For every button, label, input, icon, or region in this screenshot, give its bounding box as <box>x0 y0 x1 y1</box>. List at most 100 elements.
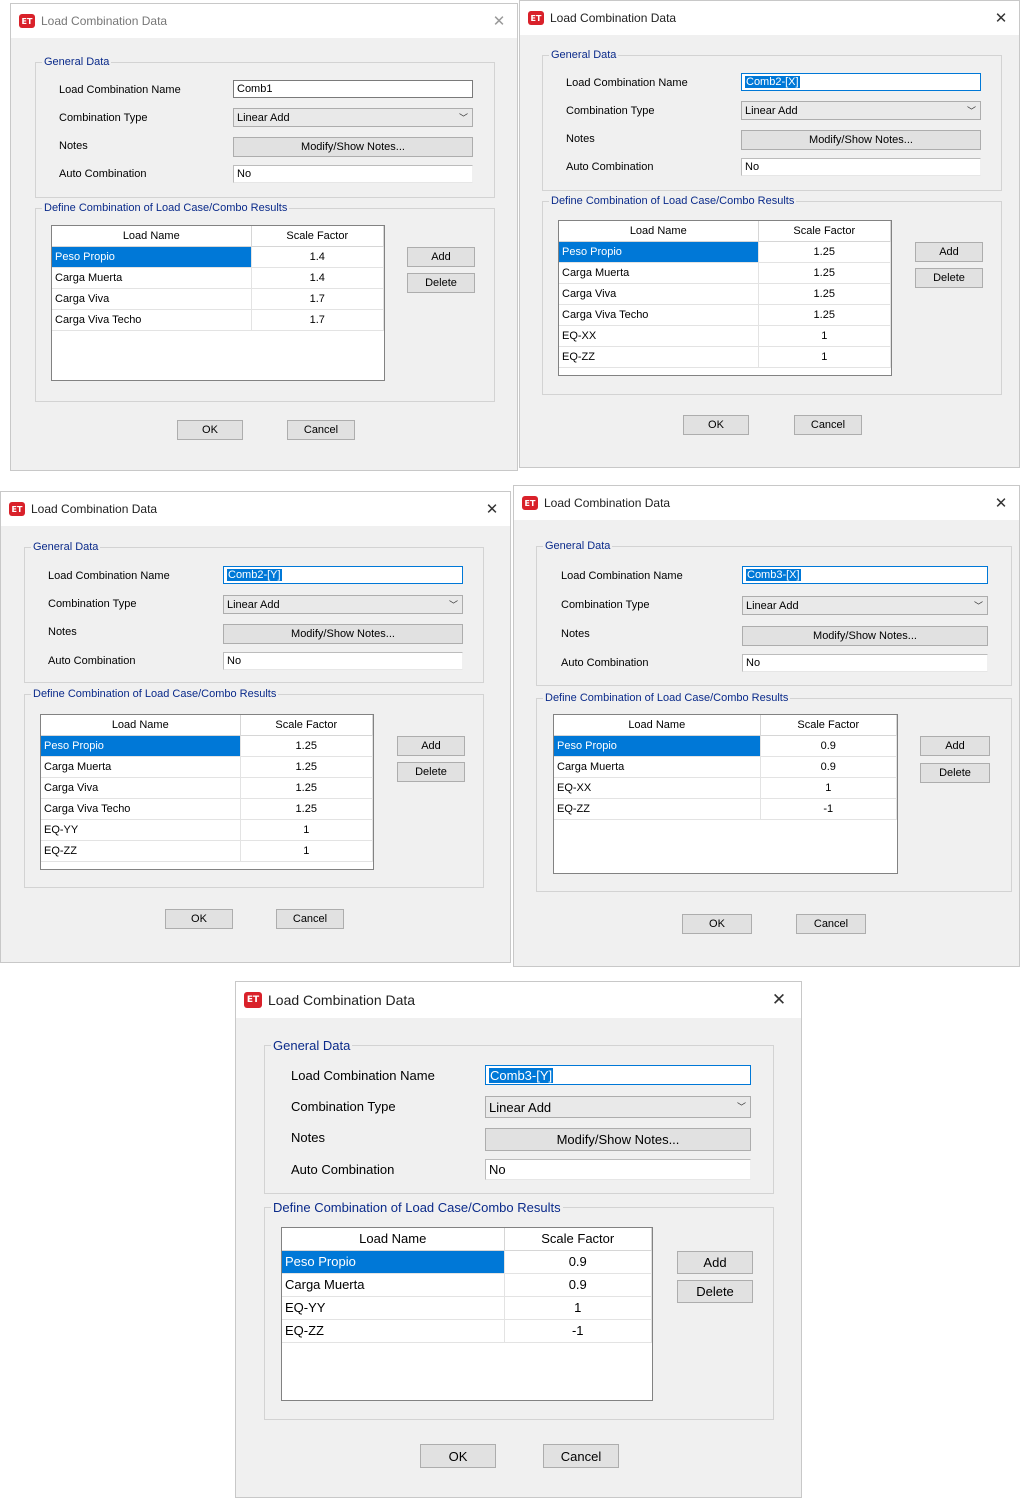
load-name-cell[interactable]: Carga Viva <box>559 283 759 305</box>
title-bar[interactable]: ET Load Combination Data ✕ <box>11 4 517 38</box>
add-button[interactable]: Add <box>407 247 475 267</box>
title-bar[interactable]: ET Load Combination Data ✕ <box>1 492 510 526</box>
load-name-cell[interactable]: Peso Propio <box>554 735 761 757</box>
table-row[interactable]: Carga Muerta 1.4 <box>52 267 384 289</box>
combination-type-dropdown[interactable]: Linear Add ﹀ <box>233 108 473 127</box>
scale-factor-cell[interactable]: 1.25 <box>758 241 891 263</box>
load-case-table[interactable]: Load Name Scale Factor Peso Propio 0.9 Ca… <box>553 714 898 874</box>
scale-factor-cell[interactable]: 1.25 <box>240 735 373 757</box>
cancel-button[interactable]: Cancel <box>276 909 344 929</box>
table-row[interactable]: Carga Muerta 1.25 <box>41 756 373 778</box>
load-name-column-header[interactable]: Load Name <box>554 715 761 736</box>
table-row[interactable]: EQ-ZZ 1 <box>559 346 891 368</box>
table-row[interactable]: EQ-ZZ -1 <box>282 1319 652 1343</box>
load-case-table[interactable]: Load Name Scale Factor Peso Propio 1.4 Ca… <box>51 225 385 381</box>
table-row[interactable]: Carga Viva 1.25 <box>41 777 373 799</box>
modify-show-notes-button[interactable]: Modify/Show Notes... <box>741 130 981 150</box>
table-row[interactable]: Peso Propio 1.25 <box>41 735 373 757</box>
table-row[interactable]: Carga Muerta 0.9 <box>554 756 897 778</box>
scale-factor-cell[interactable]: 1 <box>240 819 373 841</box>
load-name-cell[interactable]: Peso Propio <box>52 246 252 268</box>
load-name-cell[interactable]: EQ-YY <box>282 1296 505 1320</box>
load-name-cell[interactable]: Carga Muerta <box>554 756 761 778</box>
add-button[interactable]: Add <box>915 242 983 262</box>
ok-button[interactable]: OK <box>683 415 749 435</box>
delete-button[interactable]: Delete <box>397 762 465 782</box>
table-row[interactable]: Peso Propio 0.9 <box>282 1250 652 1274</box>
load-name-cell[interactable]: Peso Propio <box>282 1250 505 1274</box>
delete-button[interactable]: Delete <box>915 268 983 288</box>
close-icon[interactable]: ✕ <box>482 499 502 519</box>
load-name-column-header[interactable]: Load Name <box>52 226 252 247</box>
combination-type-dropdown[interactable]: Linear Add ﹀ <box>741 101 981 120</box>
load-name-cell[interactable]: Peso Propio <box>41 735 241 757</box>
modify-show-notes-button[interactable]: Modify/Show Notes... <box>742 626 988 646</box>
load-name-cell[interactable]: EQ-YY <box>41 819 241 841</box>
table-row[interactable]: EQ-YY 1 <box>282 1296 652 1320</box>
modify-show-notes-button[interactable]: Modify/Show Notes... <box>223 624 463 644</box>
load-name-column-header[interactable]: Load Name <box>41 715 241 736</box>
load-name-cell[interactable]: Carga Muerta <box>52 267 252 289</box>
ok-button[interactable]: OK <box>420 1444 496 1468</box>
scale-factor-cell[interactable]: -1 <box>504 1319 652 1343</box>
scale-factor-cell[interactable]: 1.25 <box>758 283 891 305</box>
load-name-cell[interactable]: Carga Viva Techo <box>559 304 759 326</box>
ok-button[interactable]: OK <box>165 909 233 929</box>
load-name-cell[interactable]: Carga Muerta <box>41 756 241 778</box>
load-case-table[interactable]: Load Name Scale Factor Peso Propio 1.25 C… <box>558 220 892 376</box>
delete-button[interactable]: Delete <box>920 763 990 783</box>
close-icon[interactable]: ✕ <box>991 8 1011 28</box>
modify-show-notes-button[interactable]: Modify/Show Notes... <box>485 1128 751 1151</box>
load-name-cell[interactable]: EQ-ZZ <box>554 798 761 820</box>
cancel-button[interactable]: Cancel <box>794 415 862 435</box>
load-name-cell[interactable]: EQ-XX <box>554 777 761 799</box>
add-button[interactable]: Add <box>677 1251 753 1274</box>
load-name-cell[interactable]: EQ-ZZ <box>41 840 241 862</box>
load-name-cell[interactable]: Carga Viva Techo <box>52 309 252 331</box>
title-bar[interactable]: ET Load Combination Data ✕ <box>514 486 1019 520</box>
add-button[interactable]: Add <box>920 736 990 756</box>
delete-button[interactable]: Delete <box>677 1280 753 1303</box>
ok-button[interactable]: OK <box>682 914 752 934</box>
scale-factor-cell[interactable]: 1.4 <box>251 246 384 268</box>
close-icon[interactable]: ✕ <box>489 11 509 31</box>
scale-factor-column-header[interactable]: Scale Factor <box>760 715 897 736</box>
table-row[interactable]: Carga Viva Techo 1.25 <box>559 304 891 326</box>
load-name-cell[interactable]: Peso Propio <box>559 241 759 263</box>
scale-factor-cell[interactable]: 1.4 <box>251 267 384 289</box>
load-name-cell[interactable]: EQ-XX <box>559 325 759 347</box>
scale-factor-cell[interactable]: 1.7 <box>251 288 384 310</box>
scale-factor-cell[interactable]: 1.7 <box>251 309 384 331</box>
load-name-cell[interactable]: EQ-ZZ <box>559 346 759 368</box>
load-name-column-header[interactable]: Load Name <box>282 1228 505 1251</box>
table-row[interactable]: Peso Propio 1.25 <box>559 241 891 263</box>
scale-factor-cell[interactable]: 1 <box>758 346 891 368</box>
scale-factor-column-header[interactable]: Scale Factor <box>240 715 373 736</box>
combination-type-dropdown[interactable]: Linear Add ﹀ <box>485 1096 751 1118</box>
modify-show-notes-button[interactable]: Modify/Show Notes... <box>233 137 473 157</box>
cancel-button[interactable]: Cancel <box>796 914 866 934</box>
table-row[interactable]: Carga Muerta 1.25 <box>559 262 891 284</box>
scale-factor-column-header[interactable]: Scale Factor <box>758 221 891 242</box>
table-row[interactable]: Peso Propio 1.4 <box>52 246 384 268</box>
load-name-column-header[interactable]: Load Name <box>559 221 759 242</box>
close-icon[interactable]: ✕ <box>769 990 789 1010</box>
scale-factor-cell[interactable]: 0.9 <box>504 1250 652 1274</box>
combination-name-input[interactable]: Comb3-[X] <box>742 566 988 584</box>
combination-type-dropdown[interactable]: Linear Add ﹀ <box>223 595 463 614</box>
table-row[interactable]: EQ-XX 1 <box>559 325 891 347</box>
scale-factor-cell[interactable]: -1 <box>760 798 897 820</box>
ok-button[interactable]: OK <box>177 420 243 440</box>
load-name-cell[interactable]: Carga Viva Techo <box>41 798 241 820</box>
scale-factor-cell[interactable]: 1.25 <box>240 756 373 778</box>
cancel-button[interactable]: Cancel <box>287 420 355 440</box>
scale-factor-cell[interactable]: 1 <box>758 325 891 347</box>
title-bar[interactable]: ET Load Combination Data ✕ <box>236 982 801 1018</box>
delete-button[interactable]: Delete <box>407 273 475 293</box>
combination-name-input[interactable]: Comb2-[X] <box>741 73 981 91</box>
scale-factor-cell[interactable]: 0.9 <box>760 735 897 757</box>
combination-type-dropdown[interactable]: Linear Add ﹀ <box>742 596 988 615</box>
combination-name-input[interactable]: Comb1 <box>233 80 473 98</box>
table-row[interactable]: EQ-ZZ -1 <box>554 798 897 820</box>
table-row[interactable]: EQ-XX 1 <box>554 777 897 799</box>
